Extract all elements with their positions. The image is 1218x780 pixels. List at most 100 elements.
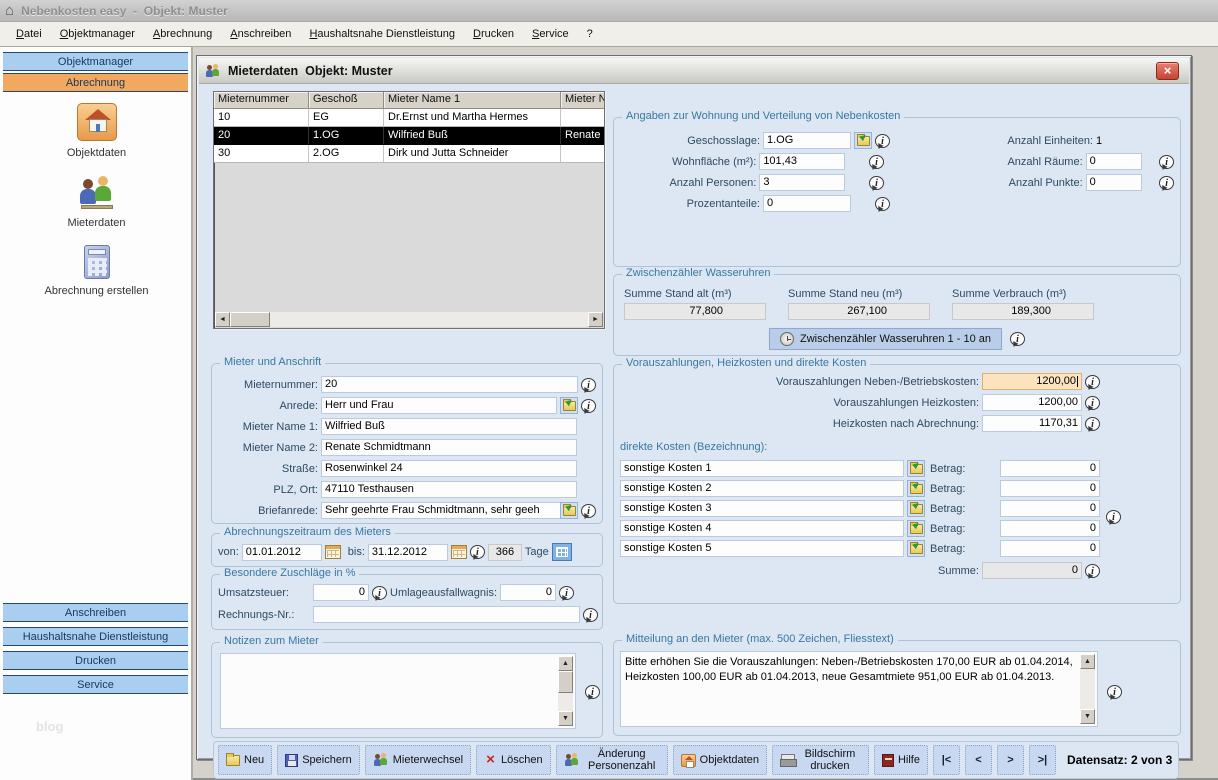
von-date-field[interactable]: 01.01.2012 [242, 544, 322, 561]
info-icon[interactable]: i [1106, 510, 1121, 524]
strasse-field[interactable]: Rosenwinkel 24 [321, 460, 577, 477]
info-icon[interactable]: i [1107, 685, 1122, 699]
info-icon[interactable]: i [470, 545, 485, 559]
menu-help[interactable]: ? [579, 25, 601, 43]
sidebar-item-objektmanager[interactable]: Objektmanager [3, 52, 188, 71]
heizkosten-field[interactable]: 1200,00 [982, 394, 1082, 411]
table-row[interactable]: 10 EG Dr.Ernst und Martha Hermes [214, 109, 604, 127]
kosten5-name-field[interactable]: sonstige Kosten 5 [620, 540, 904, 557]
info-icon[interactable]: i [559, 586, 574, 600]
kosten2-name-field[interactable]: sonstige Kosten 2 [620, 480, 904, 497]
calendar-icon[interactable] [451, 545, 467, 559]
kosten3-name-field[interactable]: sonstige Kosten 3 [620, 500, 904, 517]
aenderung-personenzahl-button[interactable]: Änderung Personenzahl [556, 745, 668, 775]
scroll-up-icon[interactable]: ▲ [558, 656, 573, 671]
table-horizontal-scrollbar[interactable]: ◄ ► [215, 312, 603, 327]
table-row-selected[interactable]: 20 1.OG Wilfried Buß Renate [214, 127, 604, 145]
info-icon[interactable]: i [1159, 176, 1174, 190]
anrede-field[interactable]: Herr und Frau [321, 397, 557, 414]
anzahl-personen-field[interactable]: 3 [759, 174, 845, 191]
name2-field[interactable]: Renate Schmidtmann [321, 439, 577, 456]
column-header-geschoss[interactable]: Geschoß [309, 92, 384, 109]
lookup-button[interactable] [907, 480, 925, 497]
neu-button[interactable]: Neu [218, 745, 272, 775]
info-icon[interactable]: i [372, 586, 387, 600]
anzahl-raeume-field[interactable]: 0 [1086, 153, 1143, 170]
info-icon[interactable]: i [585, 685, 600, 699]
menu-objektmanager[interactable]: Objektmanager [52, 25, 143, 43]
lookup-button[interactable] [854, 132, 872, 149]
kosten5-betrag-field[interactable]: 0 [1000, 540, 1100, 557]
kosten4-betrag-field[interactable]: 0 [1000, 520, 1100, 537]
close-button[interactable]: × [1156, 62, 1179, 80]
hilfe-button[interactable]: Hilfe [874, 745, 928, 775]
bis-date-field[interactable]: 31.12.2012 [368, 544, 448, 561]
period-calendar-button[interactable] [552, 543, 572, 561]
scroll-right-icon[interactable]: ► [588, 312, 603, 327]
bildschirm-drucken-button[interactable]: Bildschirm drucken [772, 745, 869, 775]
nav-last-button[interactable]: >| [1029, 745, 1056, 775]
objektdaten-button[interactable]: Objektdaten [673, 745, 767, 775]
calendar-icon[interactable] [325, 545, 341, 559]
kosten3-betrag-field[interactable]: 0 [1000, 500, 1100, 517]
mieterwechsel-button[interactable]: Mieterwechsel [365, 745, 471, 775]
scroll-thumb[interactable] [230, 312, 270, 327]
lookup-button[interactable] [907, 460, 925, 477]
info-icon[interactable]: i [869, 155, 884, 169]
lookup-button[interactable] [907, 540, 925, 557]
notizen-scrollbar[interactable]: ▲ ▼ [558, 656, 573, 726]
column-header-mieter-name-1[interactable]: Mieter Name 1 [384, 92, 561, 109]
scroll-up-icon[interactable]: ▲ [1080, 654, 1095, 669]
scroll-left-icon[interactable]: ◄ [215, 312, 230, 327]
sidebar-item-haushaltsnahe[interactable]: Haushaltsnahe Dienstleistung [3, 627, 188, 646]
speichern-button[interactable]: Speichern [277, 745, 360, 775]
lookup-button[interactable] [560, 397, 578, 414]
menu-datei[interactable]: Datei [8, 25, 50, 43]
scroll-down-icon[interactable]: ▼ [1080, 709, 1095, 724]
anzahl-punkte-field[interactable]: 0 [1086, 174, 1143, 191]
mitteilung-textarea[interactable]: Bitte erhöhen Sie die Vorauszahlungen: N… [620, 651, 1098, 727]
info-icon[interactable]: i [1085, 375, 1100, 389]
info-icon[interactable]: i [875, 197, 890, 211]
plz-ort-field[interactable]: 47110 Testhausen [321, 481, 577, 498]
menu-haushaltsnahe[interactable]: Haushaltsnahe Dienstleistung [301, 25, 463, 43]
wohnflaeche-field[interactable]: 101,43 [759, 153, 845, 170]
wasseruhren-button[interactable]: Zwischenzähler Wasseruhren 1 - 10 an [769, 328, 1002, 350]
info-icon[interactable]: i [581, 399, 596, 413]
lookup-button[interactable] [560, 502, 578, 519]
sidebar-item-service[interactable]: Service [3, 675, 188, 694]
notizen-textarea[interactable]: ▲ ▼ [220, 653, 576, 729]
menu-abrechnung[interactable]: Abrechnung [145, 25, 220, 43]
scroll-thumb[interactable] [558, 671, 573, 693]
lookup-button[interactable] [907, 500, 925, 517]
info-icon[interactable]: i [1010, 332, 1025, 346]
column-header-mieternummer[interactable]: Mieternummer [214, 92, 309, 109]
nbk-field[interactable]: 1200,00 [982, 373, 1082, 390]
loeschen-button[interactable]: × Löschen [476, 745, 551, 775]
kosten1-betrag-field[interactable]: 0 [1000, 460, 1100, 477]
nav-prev-button[interactable]: < [965, 745, 992, 775]
info-icon[interactable]: i [1085, 564, 1100, 578]
sidebar-item-anschreiben[interactable]: Anschreiben [3, 603, 188, 622]
kosten4-name-field[interactable]: sonstige Kosten 4 [620, 520, 904, 537]
name1-field[interactable]: Wilfried Buß [321, 418, 577, 435]
menu-anschreiben[interactable]: Anschreiben [222, 25, 299, 43]
info-icon[interactable]: i [1085, 417, 1100, 431]
lookup-button[interactable] [907, 520, 925, 537]
umsatzsteuer-field[interactable]: 0 [313, 584, 369, 601]
geschosslage-field[interactable]: 1.OG [763, 132, 851, 149]
scroll-down-icon[interactable]: ▼ [558, 711, 573, 726]
sidebar-item-abrechnung[interactable]: Abrechnung [3, 73, 188, 92]
nav-next-button[interactable]: > [997, 745, 1024, 775]
heizkosten-nach-field[interactable]: 1170,31 [982, 415, 1082, 432]
nav-first-button[interactable]: |< [933, 745, 960, 775]
kosten1-name-field[interactable]: sonstige Kosten 1 [620, 460, 904, 477]
info-icon[interactable]: i [875, 134, 890, 148]
info-icon[interactable]: i [581, 504, 596, 518]
table-row[interactable]: 30 2.OG Dirk und Jutta Schneider [214, 145, 604, 163]
sidebar-shortcut-objektdaten[interactable]: Objektdaten [0, 103, 193, 159]
prozentanteile-field[interactable]: 0 [763, 195, 851, 212]
sidebar-shortcut-mieterdaten[interactable]: Mieterdaten [0, 175, 193, 229]
rechnungs-nr-field[interactable] [313, 606, 580, 623]
sidebar-shortcut-abrechnung-erstellen[interactable]: Abrechnung erstellen [0, 245, 193, 297]
